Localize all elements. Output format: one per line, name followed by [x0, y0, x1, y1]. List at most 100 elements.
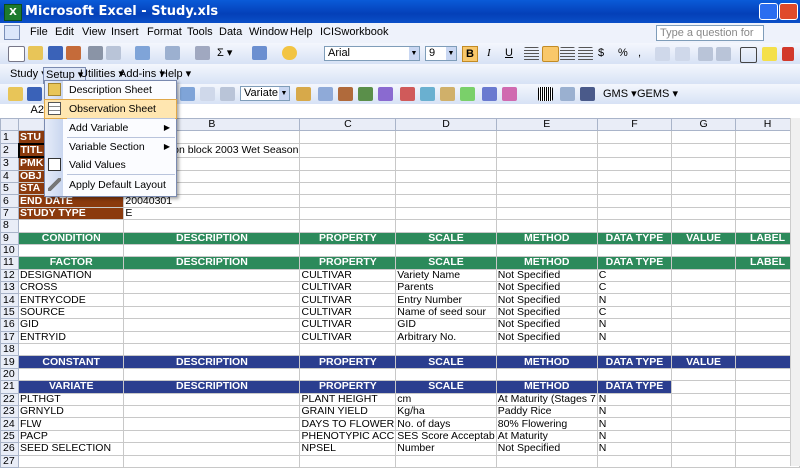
autosum-icon[interactable]: Σ ▾ [217, 46, 232, 61]
cell[interactable]: VALUE [671, 231, 736, 245]
indent-icon[interactable] [698, 47, 713, 61]
align-center-icon[interactable] [542, 46, 559, 62]
cell[interactable] [123, 343, 301, 357]
cell[interactable] [596, 156, 673, 171]
cell[interactable]: CULTIVAR [299, 305, 397, 320]
cell[interactable]: NPSEL [299, 442, 397, 456]
cell[interactable]: CULTIVAR [299, 330, 397, 345]
cell[interactable]: N [596, 318, 673, 332]
cell[interactable]: N [596, 330, 673, 345]
cell[interactable] [596, 181, 673, 196]
cell[interactable] [671, 206, 736, 221]
cell[interactable]: Variety Name [395, 268, 497, 283]
cell[interactable]: METHOD [495, 256, 598, 270]
undo-icon[interactable] [165, 46, 180, 60]
cell[interactable]: STUDY TYPE [18, 206, 125, 221]
cell[interactable] [495, 343, 598, 357]
cell[interactable]: 80% Flowering [495, 417, 598, 431]
cell[interactable]: N [596, 404, 673, 419]
cell[interactable]: N [596, 429, 673, 444]
row-header[interactable]: 24 [0, 417, 20, 431]
row-header[interactable]: 16 [0, 318, 20, 332]
cell[interactable]: METHOD [495, 355, 598, 369]
cell[interactable] [123, 219, 301, 233]
column-header-f[interactable]: F [596, 117, 673, 132]
row-header[interactable]: 2 [0, 143, 20, 158]
help-icon[interactable] [282, 46, 297, 60]
cell[interactable] [596, 143, 673, 158]
menu-tools[interactable]: Tools [187, 26, 213, 38]
tool3-icon[interactable] [338, 87, 353, 101]
cell[interactable] [671, 156, 736, 171]
row-header[interactable]: 20 [0, 367, 20, 382]
cell[interactable] [395, 206, 497, 221]
cell[interactable] [123, 243, 301, 258]
cell[interactable] [671, 429, 736, 444]
tool4-icon[interactable] [358, 87, 373, 101]
outdent-icon[interactable] [716, 47, 731, 61]
cell[interactable]: At Maturity (Stages 7 [495, 392, 598, 407]
spelling-icon[interactable] [135, 46, 150, 60]
cell[interactable]: GRAIN YIELD [299, 404, 397, 419]
row-header[interactable]: 19 [0, 355, 20, 369]
barcode-icon[interactable] [538, 87, 553, 101]
cell[interactable]: Arbitrary No. [395, 330, 497, 345]
cell[interactable]: N [596, 293, 673, 307]
cell[interactable] [299, 143, 397, 158]
cell[interactable]: DATA TYPE [596, 256, 673, 270]
vertical-scrollbar[interactable] [790, 118, 800, 466]
cell[interactable] [123, 268, 301, 283]
cell[interactable] [596, 243, 673, 258]
cell[interactable] [671, 243, 736, 258]
cell[interactable] [671, 169, 736, 183]
cell[interactable]: C [596, 268, 673, 283]
fill-color-icon[interactable] [762, 47, 777, 61]
cell[interactable]: SCALE [395, 380, 497, 394]
cell[interactable] [596, 367, 673, 382]
cell[interactable] [671, 404, 736, 419]
row-header[interactable]: 21 [0, 380, 20, 394]
cell[interactable]: Kg/ha [395, 404, 497, 419]
merge-center-icon[interactable] [578, 47, 593, 61]
row-header[interactable]: 17 [0, 330, 20, 345]
cell[interactable]: SCALE [395, 256, 497, 270]
cell[interactable]: Not Specified [495, 293, 598, 307]
cell[interactable] [671, 281, 736, 295]
tool11-icon[interactable] [502, 87, 517, 101]
cell[interactable] [395, 181, 497, 196]
cell[interactable] [123, 417, 301, 431]
cell[interactable]: Paddy Rice [495, 404, 598, 419]
row-header[interactable]: 10 [0, 243, 20, 258]
cell[interactable]: GRNYLD [18, 404, 125, 419]
cell[interactable]: CROSS [18, 281, 125, 295]
cell[interactable]: DESCRIPTION [123, 231, 301, 245]
cell[interactable]: C [596, 281, 673, 295]
row-header[interactable]: 18 [0, 343, 20, 357]
cell[interactable]: PROPERTY [299, 256, 397, 270]
toolbar-study[interactable]: Study ▾ [10, 67, 47, 82]
row-header[interactable]: 12 [0, 268, 20, 283]
cell[interactable] [671, 256, 736, 270]
row-header[interactable]: 9 [0, 231, 20, 245]
tool12-icon[interactable] [560, 87, 575, 101]
cell[interactable] [596, 130, 673, 145]
save-icon[interactable] [48, 46, 63, 60]
cell[interactable]: Not Specified [495, 330, 598, 345]
menu-item-apply-default-layout[interactable]: Apply Default Layout [45, 176, 176, 194]
cell[interactable] [671, 343, 736, 357]
cell[interactable] [299, 243, 397, 258]
menu-file[interactable]: File [30, 26, 48, 38]
row-header[interactable]: 25 [0, 429, 20, 444]
minimize-button[interactable] [759, 3, 778, 20]
cell[interactable] [123, 281, 301, 295]
close-button[interactable] [779, 3, 798, 20]
cell[interactable]: ENTRYID [18, 330, 125, 345]
cell[interactable] [495, 219, 598, 233]
row-header[interactable]: 4 [0, 169, 20, 183]
cell[interactable]: DESIGNATION [18, 268, 125, 283]
tool7-icon[interactable] [420, 87, 435, 101]
column-header-g[interactable]: G [671, 117, 736, 132]
cell[interactable] [671, 293, 736, 307]
increase-decimal-icon[interactable] [655, 47, 670, 61]
font-color-icon[interactable] [782, 47, 794, 61]
